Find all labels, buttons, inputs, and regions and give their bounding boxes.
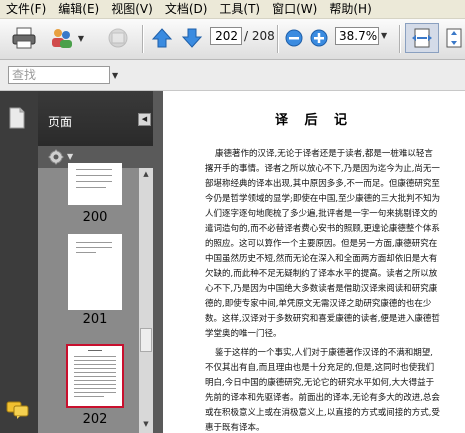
fit-window-button[interactable] [444, 25, 464, 51]
chevron-down-icon: ▼ [77, 33, 85, 43]
document-page: 译 后 记 康德著作的汉译,无论于译者还是于读者,都是一桩难以轻言 撂开手的事情。… [163, 91, 465, 433]
toolbar-separator [399, 25, 401, 53]
document-text-line: 中国虽然历史不短,然而无论在深入和全面两方面却依旧是大有 [205, 254, 438, 264]
fit-page-button[interactable] [405, 23, 439, 53]
page-thumbnail-selected[interactable] [66, 344, 124, 408]
chevron-down-icon[interactable]: ▼ [112, 71, 118, 80]
snapshot-button[interactable] [104, 25, 132, 51]
chevron-down-icon[interactable]: ▼ [67, 152, 73, 161]
zoom-out-button[interactable] [284, 25, 304, 51]
document-text-line: 不仅其出有自,而且理由也是十分充足的,但是,这同时也使我们 [205, 363, 435, 373]
comments-icon[interactable] [6, 401, 30, 419]
panel-header: 页面 ◀ [38, 91, 153, 146]
previous-page-button[interactable] [150, 25, 174, 51]
document-text-line: 明白,今日中国的康德研究,无论它的研究水平如何,大大得益于 [205, 378, 435, 388]
document-edge [153, 91, 163, 433]
thumbnail-label: 202 [82, 412, 108, 427]
document-text-line: 的照应。这可以算作一个主要原因。但是另一方面,康德研究在 [205, 239, 438, 249]
find-toolbar: 查找 ▼ [0, 60, 465, 91]
thumbnail-label: 200 [82, 210, 108, 225]
panel-title: 页面 [48, 115, 73, 129]
document-text-line: 康德著作的汉译,无论于译者还是于读者,都是一桩难以轻言 [215, 149, 433, 159]
page-number-input[interactable]: 202 [210, 27, 242, 45]
search-input[interactable]: 查找 [8, 66, 110, 84]
users-icon [51, 29, 72, 48]
navigation-strip [0, 91, 38, 433]
document-text-line: 惠于既有译本。 [205, 423, 265, 433]
menu-document[interactable]: 文档(D) [159, 0, 214, 18]
document-text-line: 今仍是哲学领域的显学;即使在中国,至少康德的三大批判不知为 [205, 194, 441, 204]
page-thumbnail[interactable] [68, 234, 122, 310]
snapshot-icon [108, 28, 128, 48]
document-text-line: 心不下,乃是因为中国绝大多数读者是借助汉译来阅读和研究康 [205, 284, 438, 294]
thumbnail-label: 201 [82, 312, 108, 327]
fit-width-icon [412, 28, 432, 48]
document-title: 译 后 记 [274, 113, 354, 128]
document-text-line: 先前的译本和先驱译者。前面出的译本,无论有多大的改进,总会 [205, 393, 440, 403]
pages-panel: 页面 ◀ ▼ 200 201 202 ▲ ▼ [38, 91, 153, 433]
menu-view[interactable]: 视图(V) [105, 0, 159, 18]
document-text-line: 德的,即使专家中间,单凭原文无需汉译之助研究康德的也在少 [205, 299, 432, 309]
collapse-panel-button[interactable]: ◀ [138, 113, 151, 126]
scroll-up-icon[interactable]: ▲ [141, 170, 151, 180]
document-text-line: 欠缺的,而此种不足无疑制约了译本水平的提高。读者之所以放 [205, 269, 438, 279]
document-text-line: 鉴于这样的一个事实,人们对于康德著作汉译的不满和期望, [215, 348, 433, 358]
document-text-line: 人们逐字逐句地爬梳了多少遍,批评者是一字一句来挑剔译文的 [205, 209, 438, 219]
toolbar-separator [142, 25, 144, 53]
document-text-line: 部堪称经典的译本出现,其中原因多多,不一而足。但康德研究至 [205, 179, 440, 189]
gear-icon[interactable] [48, 149, 64, 165]
print-icon [12, 27, 36, 49]
print-button[interactable] [10, 25, 38, 51]
chevron-down-icon[interactable]: ▼ [381, 31, 387, 40]
menu-edit[interactable]: 编辑(E) [52, 0, 105, 18]
menu-tools[interactable]: 工具(T) [213, 0, 266, 18]
toolbar-separator [277, 25, 279, 53]
zoom-in-icon [310, 29, 328, 47]
toolbar: ▼ 202 / 208 38.7% ▼ [0, 19, 465, 60]
document-text-line: 数。这样,汉译对于多数研究和喜爱康德的读者,便是进入康德哲 [205, 314, 440, 324]
arrow-down-icon [181, 28, 203, 48]
page-total-label: / 208 [244, 29, 275, 43]
fit-page-icon [446, 28, 462, 48]
zoom-out-icon [285, 29, 303, 47]
pages-icon[interactable] [8, 107, 26, 129]
collaborate-button[interactable]: ▼ [48, 25, 86, 51]
menu-window[interactable]: 窗口(W) [266, 0, 323, 18]
thumbnail-scrollbar[interactable]: ▲ ▼ [139, 168, 153, 433]
menu-bar: 文件(F) 编辑(E) 视图(V) 文档(D) 工具(T) 窗口(W) 帮助(H… [0, 0, 465, 19]
scroll-down-icon[interactable]: ▼ [141, 420, 151, 430]
zoom-level-input[interactable]: 38.7% [335, 27, 379, 45]
document-text-line: 或在积极意义上或在消极意义上,以直接的方式或间接的方式,受 [205, 408, 440, 418]
scrollbar-thumb[interactable] [140, 328, 152, 352]
page-thumbnail[interactable] [68, 163, 122, 205]
zoom-in-button[interactable] [309, 25, 329, 51]
document-text-line: 学堂奥的唯一门径。 [205, 329, 282, 339]
menu-file[interactable]: 文件(F) [0, 0, 52, 18]
thumbnail-list: 200 201 202 [38, 163, 139, 433]
document-text-line: 遣词造句的,而不必替译者费心安书的照顾,更遑论康德整个体系 [205, 224, 440, 234]
menu-help[interactable]: 帮助(H) [323, 0, 377, 18]
arrow-up-icon [151, 28, 173, 48]
next-page-button[interactable] [180, 25, 204, 51]
document-text-line: 撂开手的事情。译者之所以放心不下,乃是因为迄今为止,尚无一 [205, 164, 440, 174]
